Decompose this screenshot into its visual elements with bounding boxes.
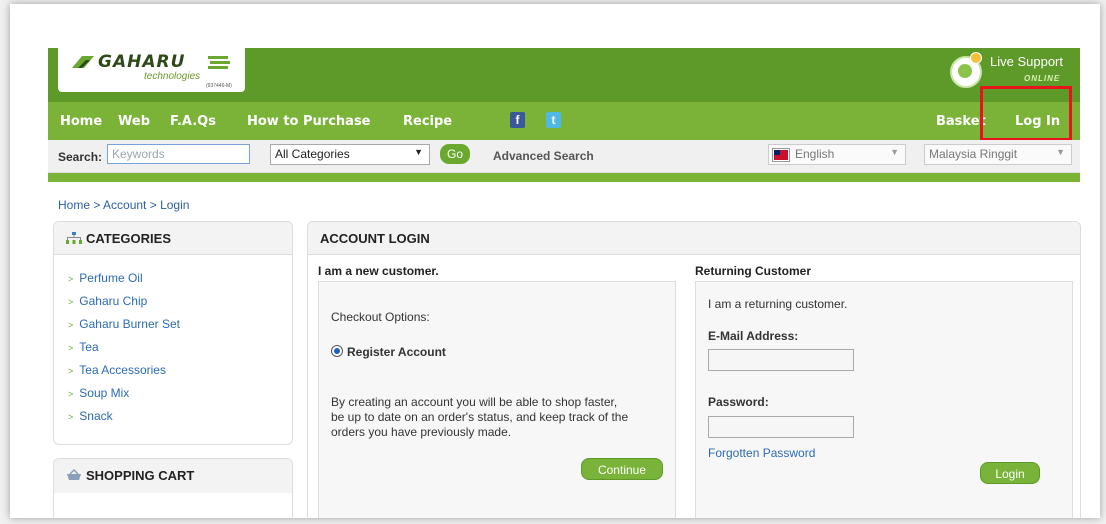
go-button[interactable]: Go [440, 144, 470, 164]
live-support-status: ONLINE [1024, 74, 1061, 83]
category-label: Perfume Oil [79, 271, 143, 285]
site-header: GAHARU technologies (937446-M) Live Supp… [48, 48, 1080, 102]
browser-viewport: GAHARU technologies (937446-M) Live Supp… [10, 4, 1100, 518]
forgotten-password-link[interactable]: Forgotten Password [708, 446, 815, 460]
category-item[interactable]: > Snack [68, 405, 292, 428]
category-select-value: All Categories [275, 147, 350, 161]
language-select-value: English [795, 147, 835, 161]
facebook-icon[interactable]: f [510, 112, 525, 128]
search-label: Search: [58, 150, 103, 164]
category-list: > Perfume Oil > Gaharu Chip > Gaharu Burner… [54, 255, 292, 428]
cart-icon [67, 468, 81, 480]
currency-select[interactable]: Malaysia Ringgit ▼ [924, 144, 1072, 165]
email-label: E-Mail Address: [708, 329, 799, 343]
returning-customer-box: I am a returning customer. E-Mail Addres… [695, 281, 1073, 518]
breadcrumb-separator: > [90, 198, 104, 212]
login-button[interactable]: Login [980, 462, 1040, 484]
breadcrumb-account[interactable]: Account [103, 198, 146, 212]
nav-how-to-purchase[interactable]: How to Purchase [247, 114, 371, 129]
bullet-icon: > [68, 412, 74, 422]
shopping-cart-title: SHOPPING CART [86, 468, 195, 483]
logo-stripes-icon [208, 56, 230, 69]
nav-recipe[interactable]: Recipe [403, 114, 452, 129]
main-nav: Home Web F.A.Qs How to Purchase Recipe f… [48, 102, 1080, 140]
site-logo[interactable]: GAHARU technologies (937446-M) [58, 48, 245, 92]
bullet-icon: > [68, 320, 74, 330]
category-item[interactable]: > Gaharu Burner Set [68, 313, 292, 336]
description-line: By creating an account you will be able … [331, 395, 618, 409]
category-item[interactable]: > Gaharu Chip [68, 290, 292, 313]
account-login-panel: ACCOUNT LOGIN I am a new customer. Check… [307, 221, 1081, 518]
twitter-icon[interactable]: t [546, 112, 561, 128]
password-field[interactable] [708, 416, 854, 438]
logo-tagline: technologies [144, 71, 201, 82]
logo-mark-icon [72, 56, 94, 68]
description-line: orders you have previously made. [331, 425, 512, 439]
nav-basket[interactable]: Basket [936, 114, 986, 129]
search-bar: Search: All Categories ▼ Go Advanced Sea… [48, 140, 1080, 173]
breadcrumb-home[interactable]: Home [58, 198, 90, 212]
logo-name: GAHARU [98, 52, 186, 72]
header-divider [48, 173, 1080, 182]
register-account-label: Register Account [347, 345, 446, 359]
nav-home[interactable]: Home [60, 114, 102, 129]
radio-selected-icon[interactable] [331, 345, 343, 357]
new-customer-box: Checkout Options: Register Account By cr… [318, 281, 676, 518]
bullet-icon: > [68, 389, 74, 399]
currency-select-value: Malaysia Ringgit [929, 147, 1018, 161]
bullet-icon: > [68, 366, 74, 376]
category-item[interactable]: > Perfume Oil [68, 267, 292, 290]
chevron-down-icon: ▼ [414, 147, 423, 157]
shopping-cart-header: SHOPPING CART [54, 459, 292, 493]
new-customer-heading: I am a new customer. [318, 264, 439, 278]
shopping-cart-panel: SHOPPING CART [53, 458, 293, 518]
chat-bubble-icon [970, 52, 982, 64]
chevron-down-icon: ▼ [1056, 147, 1065, 157]
advanced-search-link[interactable]: Advanced Search [493, 149, 594, 163]
bullet-icon: > [68, 274, 74, 284]
categories-header: CATEGORIES [54, 222, 292, 255]
category-select[interactable]: All Categories ▼ [270, 144, 430, 165]
description-line: be up to date on an order's status, and … [331, 410, 629, 424]
nav-faqs[interactable]: F.A.Qs [170, 114, 216, 129]
breadcrumb-separator: > [146, 198, 161, 212]
logo-registration: (937446-M) [206, 83, 232, 89]
category-item[interactable]: > Tea Accessories [68, 359, 292, 382]
sitemap-icon [66, 232, 82, 244]
category-label: Snack [79, 409, 113, 423]
category-label: Tea Accessories [79, 363, 166, 377]
uk-flag-icon [772, 147, 790, 162]
category-label: Gaharu Chip [79, 294, 148, 308]
register-account-option[interactable]: Register Account [331, 345, 446, 359]
returning-intro: I am a returning customer. [708, 297, 848, 311]
chevron-down-icon: ▼ [890, 147, 899, 157]
web-page: GAHARU technologies (937446-M) Live Supp… [48, 48, 1081, 518]
category-label: Soup Mix [79, 386, 130, 400]
returning-customer-heading: Returning Customer [695, 264, 812, 278]
language-select[interactable]: English ▼ [768, 144, 906, 165]
nav-web[interactable]: Web [118, 114, 150, 129]
password-label: Password: [708, 395, 769, 409]
bullet-icon: > [68, 343, 74, 353]
continue-button[interactable]: Continue [581, 458, 663, 480]
account-login-title: ACCOUNT LOGIN [320, 231, 430, 246]
categories-panel: CATEGORIES > Perfume Oil > Gaharu Chip > Ga… [53, 221, 293, 445]
checkout-options-label: Checkout Options: [331, 310, 430, 324]
live-support-title: Live Support [990, 54, 1063, 69]
search-input[interactable] [107, 144, 250, 164]
account-login-header: ACCOUNT LOGIN [308, 222, 1080, 255]
breadcrumb: Home > Account > Login [58, 198, 189, 212]
email-field[interactable] [708, 349, 854, 371]
categories-title: CATEGORIES [86, 231, 171, 246]
category-label: Gaharu Burner Set [79, 317, 180, 331]
login-highlight-box [980, 86, 1072, 141]
category-label: Tea [79, 340, 99, 354]
bullet-icon: > [68, 297, 74, 307]
breadcrumb-login[interactable]: Login [160, 198, 189, 212]
category-item[interactable]: > Soup Mix [68, 382, 292, 405]
category-item[interactable]: > Tea [68, 336, 292, 359]
